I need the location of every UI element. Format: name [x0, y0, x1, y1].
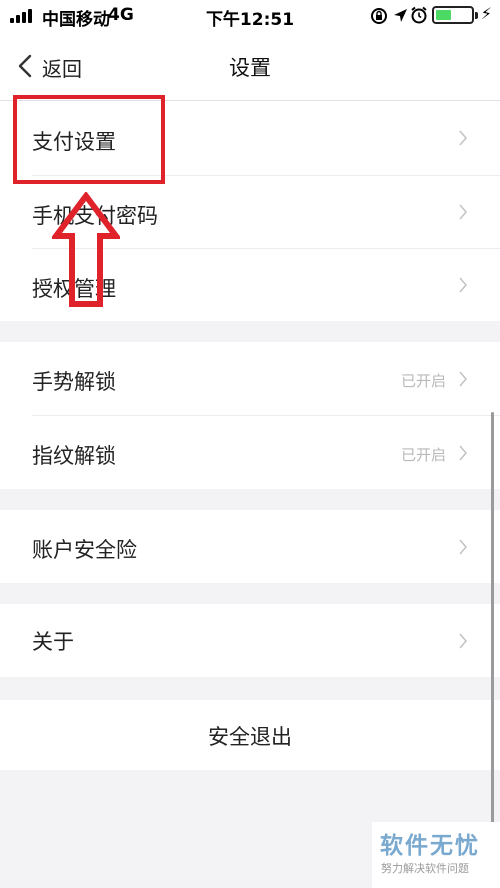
watermark-subtitle: 努力解决软件问题	[381, 862, 469, 875]
chevron-right-icon	[459, 633, 468, 649]
scroll-indicator[interactable]	[491, 412, 494, 888]
logout-button[interactable]: 安全退出	[0, 700, 500, 770]
watermark: 软件无忧 努力解决软件问题	[372, 822, 500, 888]
row-status: 已开启	[400, 446, 446, 464]
status-bar: 中国移动 4G 下午12:51 ⚡	[0, 0, 500, 32]
row-fingerprint-unlock[interactable]: 指纹解锁 已开启	[0, 416, 500, 489]
chevron-right-icon	[459, 204, 468, 220]
row-account-security-insurance[interactable]: 账户安全险	[0, 510, 500, 583]
navigation-bar: 返回 设置	[0, 32, 500, 101]
row-label: 账户安全险	[32, 538, 137, 562]
row-gesture-unlock[interactable]: 手势解锁 已开启	[0, 342, 500, 415]
row-about[interactable]: 关于	[0, 604, 500, 677]
charging-icon: ⚡	[480, 4, 492, 23]
page-title: 设置	[229, 56, 271, 80]
battery-icon	[432, 6, 474, 24]
settings-group-about: 关于	[0, 604, 500, 677]
chevron-right-icon	[459, 277, 468, 293]
chevron-right-icon	[459, 445, 468, 461]
chevron-right-icon	[459, 130, 468, 146]
chevron-right-icon	[459, 371, 468, 387]
row-label: 指纹解锁	[32, 444, 116, 468]
settings-group-unlock: 手势解锁 已开启 指纹解锁 已开启	[0, 342, 500, 489]
annotation-up-arrow-icon	[52, 192, 120, 307]
logout-label: 安全退出	[208, 725, 292, 749]
annotation-highlight-box	[13, 95, 165, 184]
settings-group-insurance: 账户安全险	[0, 510, 500, 583]
location-icon	[394, 9, 407, 22]
rotation-lock-icon	[371, 8, 387, 24]
row-label: 关于	[32, 630, 74, 654]
watermark-title: 软件无忧	[380, 833, 480, 859]
chevron-right-icon	[459, 539, 468, 555]
alarm-icon	[411, 6, 427, 24]
row-status: 已开启	[400, 372, 446, 390]
row-label: 手势解锁	[32, 370, 116, 394]
battery-tip	[475, 12, 478, 19]
